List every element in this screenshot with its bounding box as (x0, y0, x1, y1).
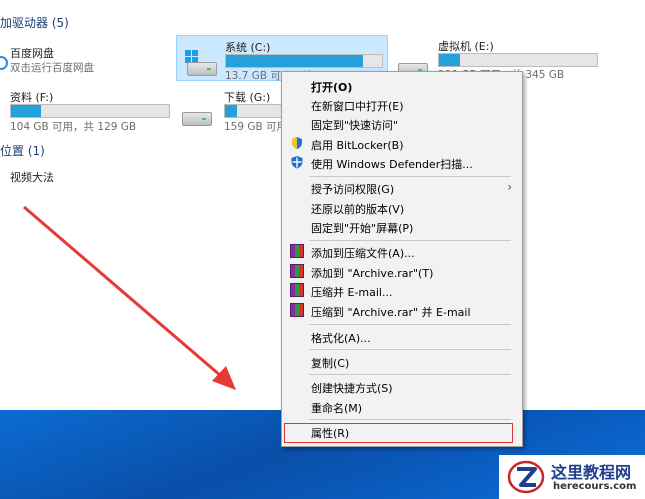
drive-name: 百度网盘 (10, 47, 54, 60)
drive-name: 资料 (F:) (10, 91, 54, 104)
location-item[interactable]: 视频大法 (0, 166, 120, 188)
menu-separator (309, 419, 511, 420)
winrar-icon (290, 244, 304, 258)
menu-item-label: 添加到压缩文件(A)... (311, 247, 415, 260)
menu-item-label: 压缩到 "Archive.rar" 并 E-mail (311, 306, 471, 319)
menu-item-label: 复制(C) (311, 357, 350, 370)
menu-item-label: 授予访问权限(G) (311, 183, 395, 196)
menu-item-format[interactable]: 格式化(A)... (284, 327, 518, 347)
menu-item-pin-quick-access[interactable]: 固定到"快速访问" (284, 114, 518, 134)
menu-separator (309, 349, 511, 350)
drive-usage-fill (226, 55, 364, 67)
drive-usage-bar (10, 104, 170, 118)
menu-separator (309, 176, 511, 177)
drive-baidu[interactable]: 百度网盘 双击运行百度网盘 (0, 40, 170, 76)
devices-header[interactable]: 加驱动器 (5) (0, 14, 69, 31)
drive-f[interactable]: 资料 (F:) 104 GB 可用，共 129 GB (0, 86, 175, 133)
menu-item-compress-email[interactable]: 压缩并 E-mail... (284, 281, 518, 301)
menu-item-label: 在新窗口中打开(E) (311, 100, 404, 113)
baidu-icon (0, 56, 8, 70)
watermark-url: herecours.com (553, 481, 637, 492)
drive-usage-fill (11, 105, 42, 117)
menu-item-label: 重命名(M) (311, 402, 363, 415)
drive-name: 下载 (G:) (224, 91, 271, 104)
submenu-chevron-icon: › (507, 180, 512, 194)
menu-item-open[interactable]: 打开(O) (284, 76, 518, 96)
drive-sub: 104 GB 可用，共 129 GB (10, 121, 137, 133)
drive-usage-fill (225, 105, 237, 117)
menu-item-rename[interactable]: 重命名(M) (284, 397, 518, 417)
defender-shield-icon (291, 156, 303, 169)
menu-item-label: 使用 Windows Defender扫描... (311, 158, 473, 171)
menu-item-label: 还原以前的版本(V) (311, 203, 405, 216)
menu-item-label: 固定到"开始"屏幕(P) (311, 222, 414, 235)
drive-usage-fill (439, 54, 460, 66)
winrar-icon (290, 283, 304, 297)
shield-icon (292, 137, 302, 149)
menu-item-bitlocker[interactable]: 启用 BitLocker(B) (284, 134, 518, 154)
drive-name: 系统 (C:) (225, 41, 271, 54)
locations-header[interactable]: 位置 (1) (0, 142, 45, 159)
menu-item-label: 添加到 "Archive.rar"(T) (311, 267, 434, 280)
site-logo-icon (507, 460, 545, 494)
menu-item-grant-access[interactable]: 授予访问权限(G) › (284, 178, 518, 198)
drive-usage-bar (438, 53, 598, 67)
drive-usage-bar (225, 54, 383, 68)
hard-drive-icon (182, 108, 212, 126)
menu-item-open-new-window[interactable]: 在新窗口中打开(E) (284, 95, 518, 115)
menu-item-label: 创建快捷方式(S) (311, 382, 393, 395)
winrar-icon (290, 303, 304, 317)
menu-item-label: 启用 BitLocker(B) (311, 139, 404, 152)
menu-item-label: 压缩并 E-mail... (311, 286, 393, 299)
menu-item-defender-scan[interactable]: 使用 Windows Defender扫描... (284, 153, 518, 173)
menu-item-create-shortcut[interactable]: 创建快捷方式(S) (284, 377, 518, 397)
hard-drive-icon (187, 58, 217, 76)
location-name: 视频大法 (10, 171, 54, 184)
menu-item-add-archive[interactable]: 添加到压缩文件(A)... (284, 242, 518, 262)
watermark-title: 这里教程网 (551, 463, 632, 482)
drive-sub: 双击运行百度网盘 (10, 62, 94, 74)
menu-item-copy[interactable]: 复制(C) (284, 352, 518, 372)
menu-item-label: 格式化(A)... (311, 332, 371, 345)
menu-item-compress-rar-email[interactable]: 压缩到 "Archive.rar" 并 E-mail (284, 301, 518, 321)
drive-name: 虚拟机 (E:) (438, 40, 494, 53)
winrar-icon (290, 264, 304, 278)
menu-item-label: 固定到"快速访问" (311, 119, 399, 132)
menu-item-label: 打开(O) (311, 81, 353, 94)
drive-g[interactable]: 下载 (G:) 159 GB 可用，共 201 GB (180, 86, 350, 133)
menu-separator (309, 240, 511, 241)
menu-separator (309, 374, 511, 375)
properties-highlight-box (284, 423, 513, 443)
menu-separator (309, 324, 511, 325)
context-menu: 打开(O) 在新窗口中打开(E) 固定到"快速访问" 启用 BitLocker(… (281, 71, 523, 447)
drive-usage-bar (224, 104, 281, 118)
menu-item-add-archive-rar[interactable]: 添加到 "Archive.rar"(T) (284, 262, 518, 282)
menu-item-restore-versions[interactable]: 还原以前的版本(V) (284, 198, 518, 218)
site-watermark: 这里教程网 herecours.com (499, 455, 645, 499)
menu-item-pin-start[interactable]: 固定到"开始"屏幕(P) (284, 217, 518, 237)
